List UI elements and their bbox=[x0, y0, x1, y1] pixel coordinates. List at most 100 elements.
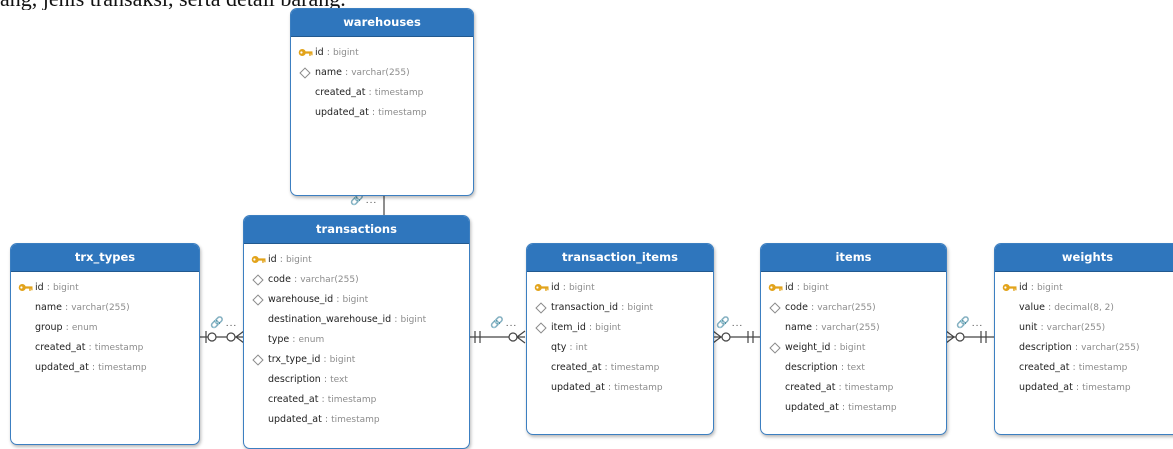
field-name: qty bbox=[551, 342, 567, 353]
field-row[interactable]: name : varchar(255) bbox=[761, 318, 946, 338]
field-row[interactable]: type : enum bbox=[244, 330, 469, 350]
entity-trx-types[interactable]: trx_types id : bigint name : varchar(255)… bbox=[10, 243, 200, 445]
field-type: timestamp bbox=[848, 403, 897, 413]
field-type: varchar(255) bbox=[1081, 343, 1140, 353]
field-name: id bbox=[315, 47, 324, 58]
field-row[interactable]: updated_at : timestamp bbox=[291, 103, 473, 123]
field-type: bigint bbox=[332, 48, 359, 58]
field-row[interactable]: description : varchar(255) bbox=[995, 338, 1173, 358]
field-row[interactable]: code : varchar(255) bbox=[244, 270, 469, 290]
field-name: id bbox=[551, 282, 560, 293]
field-separator: : bbox=[840, 362, 845, 373]
field-row[interactable]: id : bigint bbox=[11, 278, 199, 298]
field-row[interactable]: created_at : timestamp bbox=[11, 338, 199, 358]
field-row[interactable]: group : enum bbox=[11, 318, 199, 338]
entity-transactions[interactable]: transactions id : bigint code : varchar(2… bbox=[243, 215, 470, 449]
entity-title[interactable]: items bbox=[761, 244, 946, 272]
field-type: varchar(255) bbox=[1046, 323, 1106, 333]
entity-title[interactable]: trx_types bbox=[11, 244, 199, 272]
diamond-icon bbox=[252, 274, 264, 286]
field-row[interactable]: id : bigint bbox=[761, 278, 946, 298]
field-row[interactable]: id : bigint bbox=[244, 250, 469, 270]
field-row[interactable]: unit : varchar(255) bbox=[995, 318, 1173, 338]
field-row[interactable]: created_at : timestamp bbox=[995, 358, 1173, 378]
field-row[interactable]: trx_type_id : bigint bbox=[244, 350, 469, 370]
field-type: text bbox=[330, 375, 348, 385]
field-row[interactable]: id : bigint bbox=[995, 278, 1173, 298]
field-type: bigint bbox=[839, 343, 866, 353]
entity-title[interactable]: transaction_items bbox=[527, 244, 713, 272]
field-row[interactable]: updated_at : timestamp bbox=[761, 398, 946, 418]
field-row[interactable]: description : text bbox=[761, 358, 946, 378]
field-name: created_at bbox=[35, 342, 86, 353]
diamond-icon bbox=[769, 342, 781, 354]
field-row[interactable]: id : bigint bbox=[527, 278, 713, 298]
field-name: group bbox=[35, 322, 63, 333]
field-type: timestamp bbox=[1082, 383, 1131, 393]
field-separator: : bbox=[324, 414, 329, 425]
primary-key-icon bbox=[768, 283, 783, 292]
field-row[interactable]: updated_at : timestamp bbox=[527, 378, 713, 398]
field-row[interactable]: id : bigint bbox=[291, 43, 473, 63]
field-name: created_at bbox=[551, 362, 602, 373]
primary-key-icon bbox=[298, 48, 313, 57]
field-row[interactable]: destination_warehouse_id : bigint bbox=[244, 310, 469, 330]
field-list: id : bigint transaction_id : bigint item_i… bbox=[527, 272, 713, 398]
field-row[interactable]: updated_at : timestamp bbox=[11, 358, 199, 378]
field-row[interactable]: qty : int bbox=[527, 338, 713, 358]
entity-title[interactable]: weights bbox=[995, 244, 1173, 272]
field-type: varchar(255) bbox=[817, 303, 876, 313]
field-separator: : bbox=[838, 382, 842, 393]
field-separator: : bbox=[65, 322, 69, 333]
field-name: transaction_id bbox=[551, 302, 619, 313]
link-icon[interactable]: 🔗... bbox=[716, 316, 743, 329]
field-separator: : bbox=[562, 282, 566, 293]
field-name: id bbox=[268, 254, 277, 265]
primary-key-icon bbox=[18, 283, 33, 292]
field-list: id : bigint name : varchar(255) group : en… bbox=[11, 272, 199, 378]
field-separator: : bbox=[607, 382, 612, 393]
field-name: trx_type_id bbox=[268, 354, 321, 365]
field-row[interactable]: transaction_id : bigint bbox=[527, 298, 713, 318]
field-name: id bbox=[1019, 282, 1028, 293]
field-row[interactable]: item_id : bigint bbox=[527, 318, 713, 338]
entity-title[interactable]: warehouses bbox=[291, 9, 473, 37]
field-row[interactable]: updated_at : timestamp bbox=[995, 378, 1173, 398]
field-name: updated_at bbox=[35, 362, 89, 373]
primary-key-icon bbox=[534, 283, 549, 292]
field-row[interactable]: value : decimal(8, 2) bbox=[995, 298, 1173, 318]
field-row[interactable]: weight_id : bigint bbox=[761, 338, 946, 358]
primary-key-icon bbox=[1002, 283, 1017, 292]
field-separator: : bbox=[46, 282, 50, 293]
field-row[interactable]: code : varchar(255) bbox=[761, 298, 946, 318]
entity-title[interactable]: transactions bbox=[244, 216, 469, 244]
field-row[interactable]: warehouse_id : bigint bbox=[244, 290, 469, 310]
field-row[interactable]: created_at : timestamp bbox=[761, 378, 946, 398]
link-icon[interactable]: 🔗... bbox=[490, 316, 517, 329]
entity-weights[interactable]: weights id : bigint value : decimal(8, 2)… bbox=[994, 243, 1173, 435]
field-type: varchar(255) bbox=[71, 303, 130, 313]
field-separator: : bbox=[621, 302, 625, 313]
field-row[interactable]: name : varchar(255) bbox=[11, 298, 199, 318]
entity-items[interactable]: items id : bigint code : varchar(255) name… bbox=[760, 243, 947, 435]
field-type: timestamp bbox=[1078, 363, 1128, 373]
link-icon[interactable]: 🔗... bbox=[956, 316, 983, 329]
field-row[interactable]: created_at : timestamp bbox=[291, 83, 473, 103]
field-row[interactable]: created_at : timestamp bbox=[527, 358, 713, 378]
diamond-icon bbox=[535, 302, 547, 314]
field-separator: : bbox=[1072, 362, 1076, 373]
field-separator: : bbox=[336, 294, 340, 305]
field-separator: : bbox=[1047, 302, 1052, 313]
entity-warehouses[interactable]: warehouses id : bigint name : varchar(255… bbox=[290, 8, 474, 196]
entity-transaction-items[interactable]: transaction_items id : bigint transaction… bbox=[526, 243, 714, 435]
field-row[interactable]: name : varchar(255) bbox=[291, 63, 473, 83]
field-row[interactable]: updated_at : timestamp bbox=[244, 410, 469, 430]
field-separator: : bbox=[323, 374, 328, 385]
field-row[interactable]: description : text bbox=[244, 370, 469, 390]
field-separator: : bbox=[1074, 342, 1079, 353]
field-type: timestamp bbox=[844, 383, 894, 393]
link-icon[interactable]: 🔗... bbox=[210, 316, 237, 329]
field-name: updated_at bbox=[315, 107, 369, 118]
field-name: name bbox=[35, 302, 62, 313]
field-row[interactable]: created_at : timestamp bbox=[244, 390, 469, 410]
